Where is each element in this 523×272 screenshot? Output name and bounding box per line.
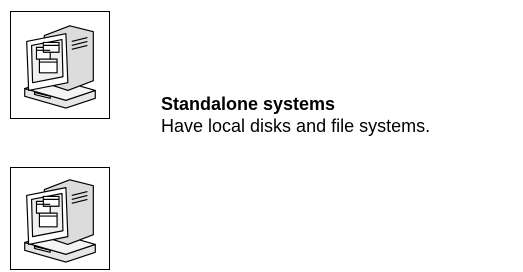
second-system-icon-frame (10, 167, 110, 270)
computer-workstation-icon (24, 25, 96, 109)
standalone-systems-caption: Standalone systems Have local disks and … (161, 93, 521, 137)
item-description: Have local disks and file systems. (161, 116, 431, 136)
item-title: Standalone systems (161, 94, 336, 114)
standalone-system-icon-frame (10, 11, 110, 119)
computer-workstation-icon (24, 179, 96, 263)
